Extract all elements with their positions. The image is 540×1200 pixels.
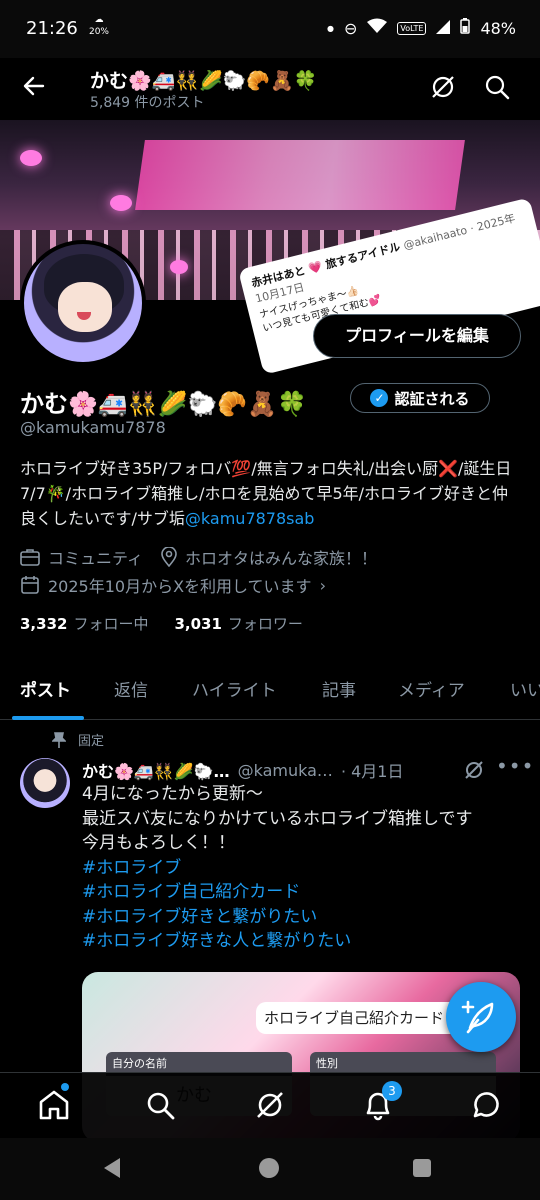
pinned-label: 固定 — [78, 734, 105, 749]
search-icon — [485, 75, 510, 100]
grok-button[interactable] — [428, 72, 460, 104]
search-icon — [147, 1092, 175, 1120]
tweet-grok-button[interactable] — [462, 758, 486, 782]
volte-icon: VoLTE — [397, 21, 427, 35]
profile-meta: コミュニティ ホロオタはみんな家族！！ — [20, 545, 377, 569]
calendar-icon — [21, 576, 39, 594]
more-options-icon[interactable]: ••• — [496, 754, 534, 778]
chevron-right-icon: › — [319, 575, 326, 595]
nav-grok[interactable] — [252, 1087, 288, 1123]
feather-plus-icon — [461, 1000, 494, 1034]
profile-category: コミュニティ — [48, 549, 144, 568]
verified-badge-icon: ✓ — [370, 389, 389, 407]
message-icon — [473, 1092, 499, 1118]
profile-avatar[interactable] — [20, 240, 146, 366]
system-back-icon[interactable] — [104, 1158, 120, 1178]
status-bar: 21:26 ☁ 20% ● ⊖ VoLTE 48% — [0, 0, 540, 58]
tweet-author-name[interactable]: かむ🌸🚑👯🌽🐑… — [82, 758, 230, 782]
profile-header: かむ🌸🚑👯🌽🐑🥐🧸🍀 5,849 件のポスト — [0, 58, 540, 120]
location-icon — [161, 547, 177, 567]
edit-profile-button[interactable]: プロフィールを編集 — [313, 314, 521, 358]
media-card-title: ホロライブ自己紹介カード — [256, 1002, 476, 1034]
arrow-left-icon — [23, 76, 45, 96]
tweet-header: かむ🌸🚑👯🌽🐑… @kamuka… · 4月1日 — [82, 758, 403, 782]
dnd-icon: ⊖ — [343, 18, 358, 38]
home-icon — [39, 1090, 69, 1120]
tab-media[interactable]: メディア — [398, 664, 465, 713]
notification-badge: 3 — [382, 1081, 402, 1101]
system-home-icon[interactable] — [259, 1158, 279, 1178]
profile-tabs: ポスト 返信 ハイライト 記事 メディア いい — [0, 664, 540, 720]
profile-handle: @kamukamu7878 — [20, 418, 166, 437]
follow-stats: 3,332 フォロー中 3,031 フォロワー — [20, 613, 303, 634]
active-tab-indicator — [12, 716, 84, 720]
nav-home[interactable] — [36, 1087, 72, 1123]
bottom-navigation: 3 — [0, 1072, 540, 1138]
profile-name: かむ🌸🚑👯🌽🐑🥐🧸🍀 — [20, 390, 308, 418]
following-count: 3,332 — [20, 615, 68, 633]
banner-stage — [135, 140, 465, 210]
profile-joined[interactable]: 2025年10月からXを利用しています › — [20, 573, 326, 597]
tweet-avatar[interactable] — [20, 758, 70, 808]
followers-link[interactable]: 3,031 フォロワー — [174, 613, 302, 634]
grok-icon — [257, 1092, 283, 1118]
grok-icon — [432, 76, 454, 98]
get-verified-label: 認証される — [394, 389, 470, 408]
weather-pct: 20% — [88, 27, 109, 37]
tab-highlights[interactable]: ハイライト — [192, 664, 277, 713]
search-button[interactable] — [482, 72, 514, 104]
hashtag-link[interactable]: #ホロライブ — [82, 856, 522, 881]
followers-count: 3,031 — [174, 615, 222, 633]
tweet-date[interactable]: · 4月1日 — [341, 758, 404, 782]
compose-post-button[interactable] — [446, 982, 516, 1052]
tab-replies[interactable]: 返信 — [114, 664, 148, 713]
status-icons: ● ⊖ VoLTE 48% — [327, 18, 516, 38]
bio-link[interactable]: @kamu7878sab — [185, 509, 315, 528]
status-time: 21:26 — [26, 18, 78, 39]
pin-icon — [52, 731, 66, 748]
penlight — [110, 195, 132, 211]
wifi-icon — [367, 18, 388, 38]
avatar-face — [58, 282, 112, 332]
battery-icon — [460, 18, 471, 38]
battery-level: 48% — [480, 18, 516, 38]
penlight — [170, 260, 188, 274]
following-label: フォロー中 — [73, 615, 149, 633]
header-name: かむ🌸🚑👯🌽🐑🥐🧸🍀 — [90, 70, 318, 92]
tab-likes[interactable]: いい — [510, 664, 540, 713]
tweet-line: 最近スバ友になりかけているホロライブ箱推しです — [82, 808, 473, 829]
grok-icon — [465, 761, 483, 779]
tweet-text: 4月になったから更新〜 最近スバ友になりかけているホロライブ箱推しです 今月もよ… — [82, 782, 522, 954]
signal-icon — [436, 19, 451, 38]
nav-messages[interactable] — [468, 1087, 504, 1123]
system-navigation — [0, 1138, 540, 1200]
followers-label: フォロワー — [227, 615, 303, 633]
hashtag-link[interactable]: #ホロライブ自己紹介カード — [82, 880, 522, 905]
profile-location: ホロオタはみんな家族！！ — [185, 549, 378, 568]
following-link[interactable]: 3,332 フォロー中 — [20, 613, 148, 634]
system-recents-icon[interactable] — [413, 1159, 431, 1177]
tab-posts[interactable]: ポスト — [20, 664, 71, 713]
dot-icon: ● — [327, 23, 334, 33]
get-verified-button[interactable]: ✓ 認証される — [350, 383, 490, 413]
pinned-indicator: 固定 — [52, 730, 104, 749]
tab-articles[interactable]: 記事 — [322, 664, 356, 713]
hashtag-link[interactable]: #ホロライブ好きな人と繋がりたい — [82, 929, 522, 954]
tweet-line: 今月もよろしく！！ — [82, 833, 235, 853]
weather-indicator: ☁ 20% — [87, 14, 111, 38]
back-button[interactable] — [18, 70, 50, 102]
home-unread-dot — [61, 1083, 69, 1091]
post-count: 5,849 件のポスト — [90, 95, 205, 111]
nav-search[interactable] — [142, 1087, 178, 1123]
briefcase-icon — [20, 549, 40, 566]
profile-bio: ホロライブ好き35P/フォロバ💯/無言フォロ失礼/出会い厨❌/誕生日7/7🎋/ホ… — [20, 456, 520, 531]
hashtag-link[interactable]: #ホロライブ好きと繋がりたい — [82, 905, 522, 930]
tweet-line: 4月になったから更新〜 — [82, 784, 263, 804]
joined-date: 2025年10月からXを利用しています — [48, 577, 312, 596]
cloud-icon: ☁ — [94, 15, 104, 25]
tweet-author-handle[interactable]: @kamuka… — [238, 761, 333, 780]
penlight — [20, 150, 42, 166]
